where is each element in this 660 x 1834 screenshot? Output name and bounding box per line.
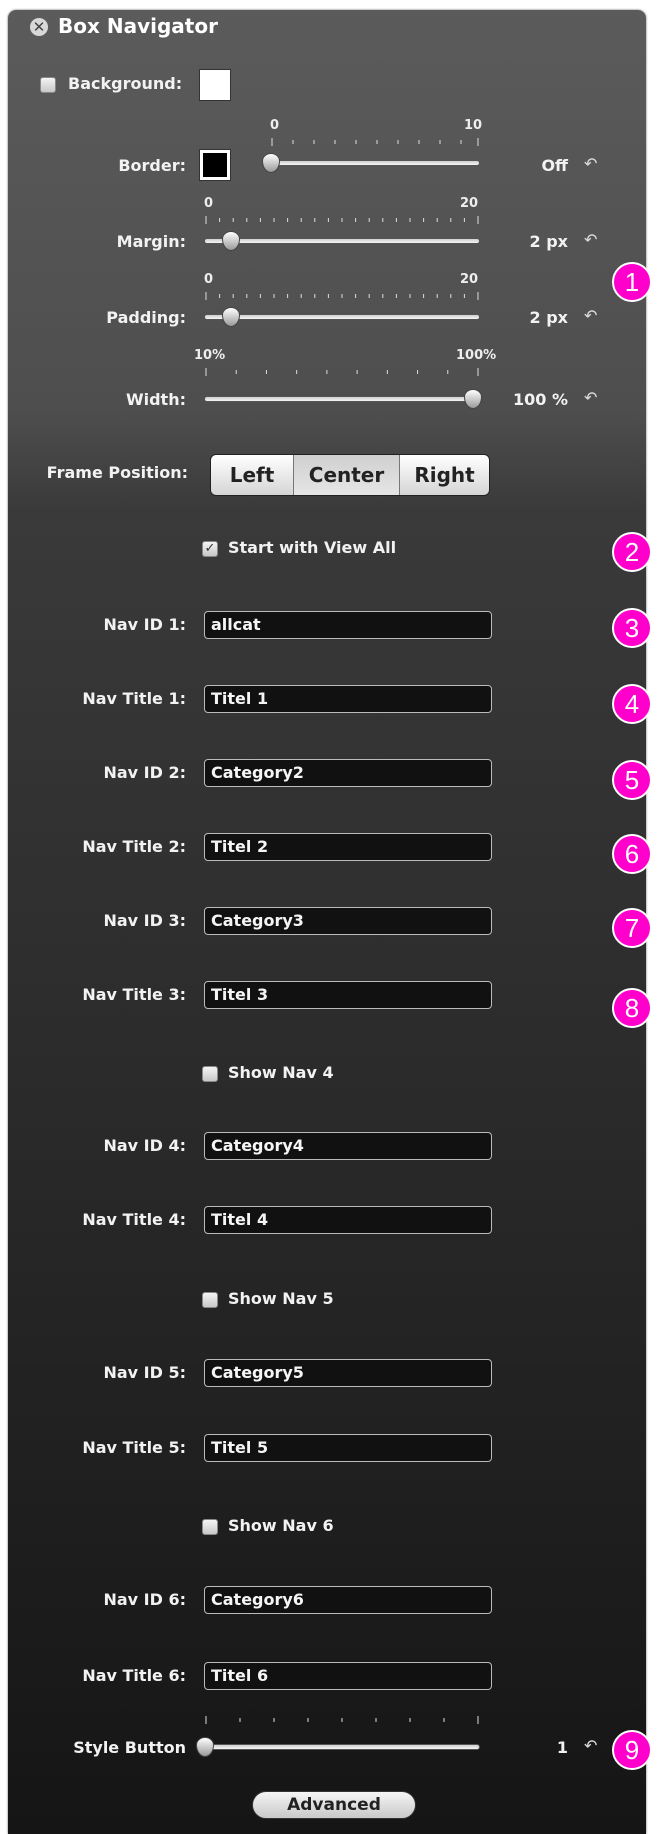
margin-min-label: 0: [204, 196, 214, 211]
nav-id-2-label: Nav ID 2:: [103, 763, 186, 782]
annotation-badge-8: 8: [612, 988, 652, 1028]
show-nav-6-label: Show Nav 6: [228, 1516, 334, 1535]
reset-arrow-icon[interactable]: ↶: [584, 388, 597, 407]
start-view-all-checkbox[interactable]: ✓: [202, 541, 218, 557]
nav-id-2-field[interactable]: Category2: [204, 759, 492, 787]
border-max-label: 10: [464, 118, 483, 133]
frame-position-label: Frame Position:: [46, 463, 188, 482]
show-nav-6-checkbox[interactable]: [202, 1519, 218, 1535]
width-min-label: 10%: [194, 348, 226, 363]
border-label: Border:: [118, 156, 186, 175]
nav-title-2-field[interactable]: Titel 2: [204, 833, 492, 861]
nav-title-3-label: Nav Title 3:: [82, 985, 186, 1004]
nav-title-4-label: Nav Title 4:: [82, 1210, 186, 1229]
padding-label: Padding:: [106, 308, 186, 327]
nav-id-6-field[interactable]: Category6: [204, 1586, 492, 1614]
nav-id-1-field[interactable]: allcat: [204, 611, 492, 639]
padding-slider-knob[interactable]: [222, 307, 240, 327]
annotation-badge-1: 1: [612, 262, 652, 302]
nav-title-1-label: Nav Title 1:: [82, 689, 186, 708]
background-color-swatch[interactable]: [200, 70, 230, 100]
frame-position-left[interactable]: Left: [211, 455, 293, 495]
close-icon[interactable]: ✕: [30, 18, 48, 36]
panel-title: Box Navigator: [58, 14, 218, 38]
style-button-label: Style Button: [73, 1738, 186, 1757]
show-nav-5-checkbox[interactable]: [202, 1292, 218, 1308]
nav-id-4-label: Nav ID 4:: [103, 1136, 186, 1155]
show-nav-4-label: Show Nav 4: [228, 1063, 334, 1082]
margin-label: Margin:: [116, 232, 186, 251]
padding-value: 2 px: [529, 308, 568, 327]
style-button-slider-knob[interactable]: [196, 1737, 214, 1757]
border-color-swatch[interactable]: [200, 150, 230, 180]
nav-title-2-label: Nav Title 2:: [82, 837, 186, 856]
margin-ticks: [205, 216, 479, 224]
width-max-label: 100%: [456, 348, 497, 363]
style-button-value: 1: [556, 1738, 568, 1757]
border-slider-knob[interactable]: [262, 153, 280, 173]
nav-id-1-label: Nav ID 1:: [103, 615, 186, 634]
width-slider-knob[interactable]: [464, 389, 482, 409]
annotation-badge-5: 5: [612, 760, 652, 800]
reset-arrow-icon[interactable]: ↶: [584, 154, 597, 173]
nav-id-3-label: Nav ID 3:: [103, 911, 186, 930]
padding-min-label: 0: [204, 272, 214, 287]
show-nav-4-checkbox[interactable]: [202, 1066, 218, 1082]
nav-title-4-field[interactable]: Titel 4: [204, 1206, 492, 1234]
nav-id-4-field[interactable]: Category4: [204, 1132, 492, 1160]
reset-arrow-icon[interactable]: ↶: [584, 230, 597, 249]
reset-arrow-icon[interactable]: ↶: [584, 306, 597, 325]
width-value: 100 %: [513, 390, 568, 409]
annotation-badge-4: 4: [612, 684, 652, 724]
frame-position-center[interactable]: Center: [293, 455, 399, 495]
nav-title-3-field[interactable]: Titel 3: [204, 981, 492, 1009]
annotation-badge-9: 9: [612, 1730, 652, 1770]
background-checkbox[interactable]: [40, 77, 56, 93]
nav-title-6-field[interactable]: Titel 6: [204, 1662, 492, 1690]
width-ticks: [205, 368, 479, 376]
annotation-badge-7: 7: [612, 908, 652, 948]
padding-slider-track[interactable]: [204, 314, 480, 320]
width-slider-track[interactable]: [204, 396, 480, 402]
style-button-ticks: [205, 1716, 479, 1724]
margin-max-label: 20: [460, 196, 479, 211]
annotation-badge-3: 3: [612, 608, 652, 648]
checkmark-icon: ✓: [204, 541, 216, 556]
frame-position-right[interactable]: Right: [399, 455, 489, 495]
nav-id-5-label: Nav ID 5:: [103, 1363, 186, 1382]
border-min-label: 0: [270, 118, 280, 133]
nav-title-6-label: Nav Title 6:: [82, 1666, 186, 1685]
show-nav-5-label: Show Nav 5: [228, 1289, 334, 1308]
start-view-all-label: Start with View All: [228, 538, 397, 557]
background-label: Background:: [68, 74, 183, 93]
width-label: Width:: [125, 390, 186, 409]
border-slider-track[interactable]: [270, 160, 480, 166]
nav-title-5-label: Nav Title 5:: [82, 1438, 186, 1457]
border-value: Off: [541, 156, 568, 175]
nav-id-6-label: Nav ID 6:: [103, 1590, 186, 1609]
style-button-slider-track[interactable]: [204, 1744, 480, 1750]
nav-title-1-field[interactable]: Titel 1: [204, 685, 492, 713]
border-ticks: [271, 138, 479, 146]
nav-title-5-field[interactable]: Titel 5: [204, 1434, 492, 1462]
reset-arrow-icon[interactable]: ↶: [584, 1736, 597, 1755]
margin-slider-knob[interactable]: [222, 231, 240, 251]
annotation-badge-6: 6: [612, 834, 652, 874]
margin-slider-track[interactable]: [204, 238, 480, 244]
nav-id-3-field[interactable]: Category3: [204, 907, 492, 935]
advanced-button[interactable]: Advanced: [252, 1791, 416, 1819]
frame-position-segmented-control[interactable]: Left Center Right: [210, 454, 490, 496]
margin-value: 2 px: [529, 232, 568, 251]
inspector-panel: ✕ Box Navigator Background: 0 10 Border:…: [8, 10, 646, 1834]
padding-ticks: [205, 292, 479, 300]
padding-max-label: 20: [460, 272, 479, 287]
nav-id-5-field[interactable]: Category5: [204, 1359, 492, 1387]
annotation-badge-2: 2: [612, 532, 652, 572]
